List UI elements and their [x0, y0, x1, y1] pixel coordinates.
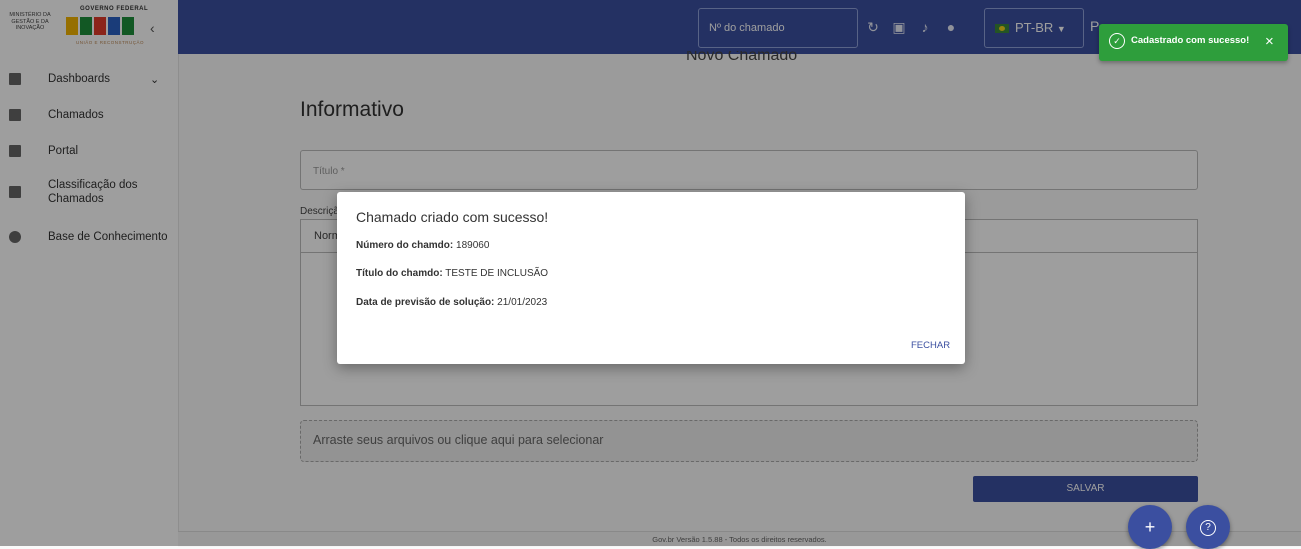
success-toast: ✓ Cadastrado com sucesso! × — [1099, 24, 1288, 61]
toast-message: Cadastrado com sucesso! — [1131, 35, 1250, 46]
help-fab-button[interactable]: ? — [1186, 505, 1230, 549]
forecast-row: Data de previsão de solução: 21/01/2023 — [356, 297, 547, 308]
check-circle-icon: ✓ — [1109, 33, 1125, 49]
ticket-number-row: Número do chamdo: 189060 — [356, 240, 489, 251]
forecast-value: 21/01/2023 — [497, 297, 548, 308]
ticket-title-row: Título do chamdo: TESTE DE INCLUSÃO — [356, 268, 548, 279]
ticket-title-value: TESTE DE INCLUSÃO — [445, 268, 549, 279]
success-dialog: Chamado criado com sucesso! Número do ch… — [337, 192, 965, 364]
add-fab-button[interactable]: + — [1128, 505, 1172, 549]
ticket-number-value: 189060 — [456, 240, 490, 251]
help-icon: ? — [1200, 520, 1216, 537]
forecast-label: Data de previsão de solução: — [356, 297, 495, 308]
toast-close-button[interactable]: × — [1265, 33, 1274, 50]
close-dialog-button[interactable]: FECHAR — [911, 340, 950, 351]
ticket-number-label: Número do chamdo: — [356, 240, 454, 251]
ticket-title-label: Título do chamdo: — [356, 268, 443, 279]
dialog-title: Chamado criado com sucesso! — [356, 209, 549, 225]
